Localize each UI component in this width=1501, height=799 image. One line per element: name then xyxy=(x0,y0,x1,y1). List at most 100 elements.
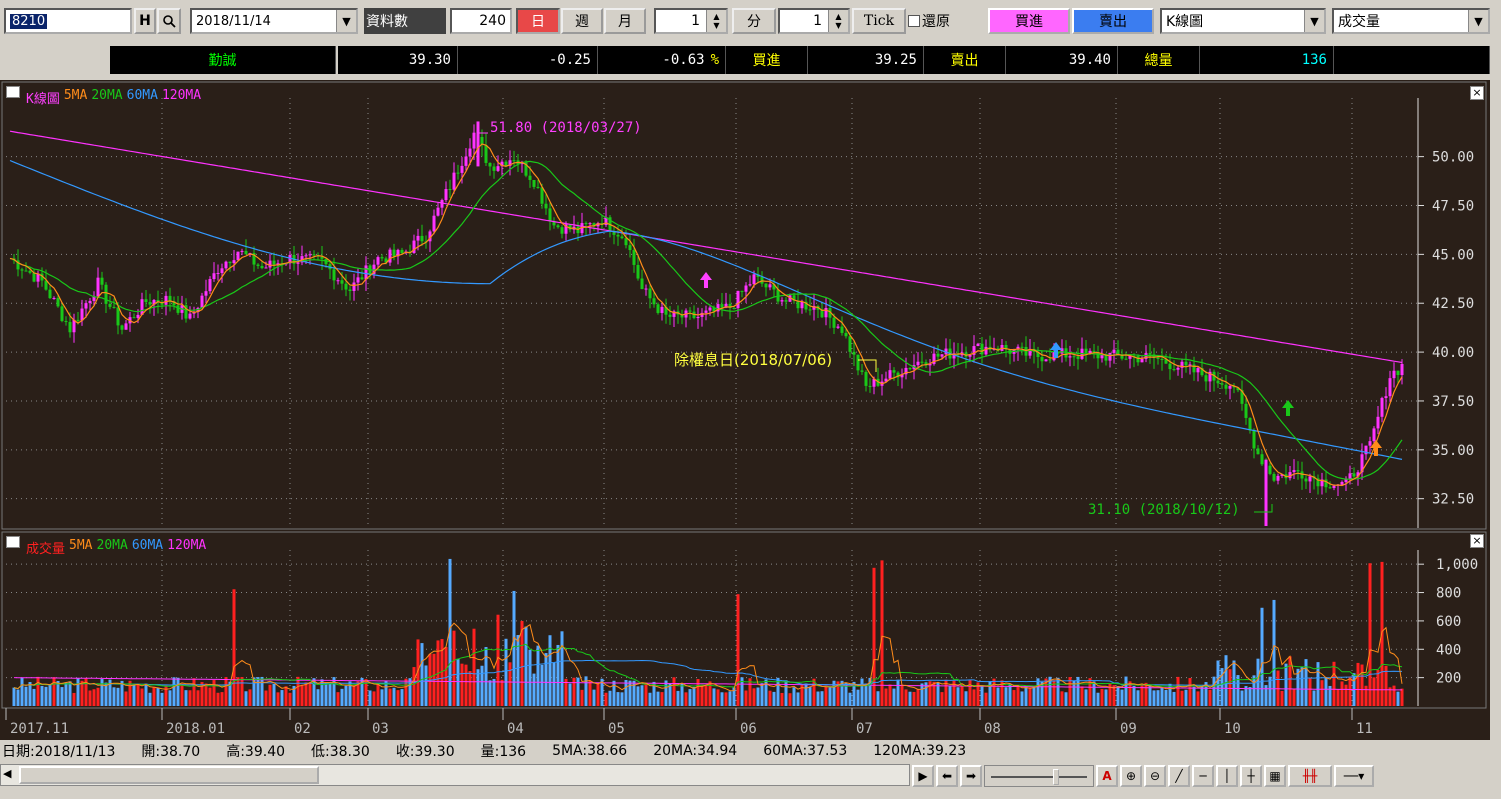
candle-body xyxy=(860,370,864,372)
period-stepper[interactable]: 1 ▲ ▼ xyxy=(654,8,728,34)
indicator-select[interactable]: 成交量 ▼ xyxy=(1332,8,1490,34)
volume-bar xyxy=(1036,678,1040,706)
volume-bar xyxy=(100,678,104,706)
candle-body xyxy=(1148,353,1152,355)
candle-body xyxy=(104,284,108,304)
chart-area[interactable]: 50.00 47.50 45.00 42.50 40.00 37.50 35.00 32.50… xyxy=(0,80,1490,740)
date-select[interactable]: 2018/11/14 ▼ xyxy=(190,8,358,34)
volume-bar xyxy=(1216,660,1220,706)
status-date: 日期:2018/11/13 xyxy=(2,744,116,760)
chevron-down-icon[interactable]: ▼ xyxy=(336,10,356,32)
volume-bar xyxy=(188,690,192,706)
scroll-left-icon[interactable]: ◀ xyxy=(3,767,11,780)
volume-bar xyxy=(400,689,404,706)
volume-bar xyxy=(1332,661,1336,706)
volume-bar xyxy=(384,680,388,706)
restore-checkbox[interactable]: 還原 xyxy=(908,8,968,34)
scrollbar-thumb[interactable] xyxy=(19,766,319,784)
data-count-input[interactable]: 240 xyxy=(450,8,512,34)
checkbox-icon[interactable] xyxy=(908,15,920,27)
line-tool-icon[interactable]: ╱ xyxy=(1168,765,1190,787)
volume-bar xyxy=(1292,689,1296,706)
volume-bar xyxy=(1072,680,1076,706)
volume-bar xyxy=(464,664,468,706)
chart-type-value: K線圖 xyxy=(1166,14,1204,30)
close-icon[interactable]: × xyxy=(1470,86,1484,100)
volume-bar xyxy=(1288,656,1292,706)
sell-button[interactable]: 賣出 xyxy=(1072,8,1154,34)
vline-tool-icon[interactable]: │ xyxy=(1216,765,1238,787)
status-open: 開:38.70 xyxy=(141,744,201,760)
volume-bar xyxy=(1300,667,1304,706)
volume-bar xyxy=(1164,690,1168,706)
arrow-right-icon[interactable]: ➡ xyxy=(960,765,982,787)
volume-bar xyxy=(476,669,480,706)
volume-bar xyxy=(996,687,1000,706)
chart-canvas[interactable]: 50.00 47.50 45.00 42.50 40.00 37.50 35.00 32.50… xyxy=(0,80,1490,740)
ex-dividend-annotation: 除權息日(2018/07/06) xyxy=(674,351,833,369)
volume-bar xyxy=(472,628,476,706)
tab-month[interactable]: 月 xyxy=(604,8,646,34)
tab-day[interactable]: 日 xyxy=(516,8,560,34)
volume-bar xyxy=(396,690,400,706)
spin-arrows-icon[interactable]: ▲ ▼ xyxy=(706,10,726,32)
scroll-right-icon[interactable]: ▶ xyxy=(912,765,934,787)
chart-type-select[interactable]: K線圖 ▼ xyxy=(1160,8,1326,34)
arrow-left-icon[interactable]: ⬅ xyxy=(936,765,958,787)
horizontal-scrollbar[interactable]: ◀ xyxy=(0,764,910,786)
candle-body xyxy=(460,165,464,173)
candle-body xyxy=(296,262,300,264)
chevron-down-icon[interactable]: ▼ xyxy=(1468,10,1488,32)
status-close: 收:39.30 xyxy=(395,744,455,760)
minute-button[interactable]: 分 xyxy=(732,8,776,34)
candle-body xyxy=(764,283,768,288)
symbol-input[interactable]: 8210 xyxy=(4,8,132,34)
volume-bar xyxy=(1284,663,1288,706)
minimize-icon[interactable] xyxy=(6,536,20,548)
zoom-in-icon[interactable]: ⊕ xyxy=(1120,765,1142,787)
volume-bar xyxy=(636,686,640,706)
spin-arrows-icon[interactable]: ▲ ▼ xyxy=(828,10,848,32)
zoom-slider[interactable] xyxy=(984,765,1094,787)
volume-bar xyxy=(940,692,944,706)
volume-bar xyxy=(512,590,516,706)
h-button[interactable]: H xyxy=(134,8,156,34)
tab-week[interactable]: 週 xyxy=(561,8,603,34)
crosshair-icon[interactable]: ┼ xyxy=(1240,765,1262,787)
minimize-icon[interactable] xyxy=(6,86,20,98)
candle-body xyxy=(892,370,896,373)
volume-bar xyxy=(948,685,952,706)
candle-body xyxy=(232,260,236,264)
volume-bar xyxy=(300,684,304,706)
volume-bar xyxy=(376,682,380,706)
text-tool-icon[interactable]: A xyxy=(1096,765,1118,787)
volume-bar xyxy=(624,679,628,706)
candle-style-icon[interactable]: ╫╫ xyxy=(1288,765,1332,787)
zoom-out-icon[interactable]: ⊖ xyxy=(1144,765,1166,787)
candle-body xyxy=(888,370,892,379)
hline-tool-icon[interactable]: ─ xyxy=(1192,765,1214,787)
volume-bar xyxy=(1396,691,1400,706)
candle-body xyxy=(848,336,852,352)
close-icon[interactable]: × xyxy=(1470,534,1484,548)
search-icon[interactable] xyxy=(157,8,181,34)
line-style-select[interactable]: ──▾ xyxy=(1334,765,1374,787)
volume-bar xyxy=(1344,684,1348,706)
chevron-down-icon[interactable]: ▼ xyxy=(1304,10,1324,32)
tick-stepper[interactable]: 1 ▲ ▼ xyxy=(778,8,850,34)
volume-bar xyxy=(1240,690,1244,706)
candle-body xyxy=(444,189,448,201)
volume-bar xyxy=(892,688,896,706)
volume-bar xyxy=(192,678,196,706)
volume-bar xyxy=(232,589,236,706)
candle-body xyxy=(148,302,152,305)
legend-vol-20ma: 20MA xyxy=(96,538,128,553)
candle-body xyxy=(1368,441,1372,446)
tick-button[interactable]: Tick xyxy=(852,8,906,34)
table-icon[interactable]: ▦ xyxy=(1264,765,1286,787)
buy-button[interactable]: 買進 xyxy=(988,8,1070,34)
high-annotation: 51.80 (2018/03/27) xyxy=(490,120,642,136)
volume-bar xyxy=(264,690,268,706)
x-axis-label: 11 xyxy=(1356,721,1373,737)
volume-bar xyxy=(692,687,696,706)
